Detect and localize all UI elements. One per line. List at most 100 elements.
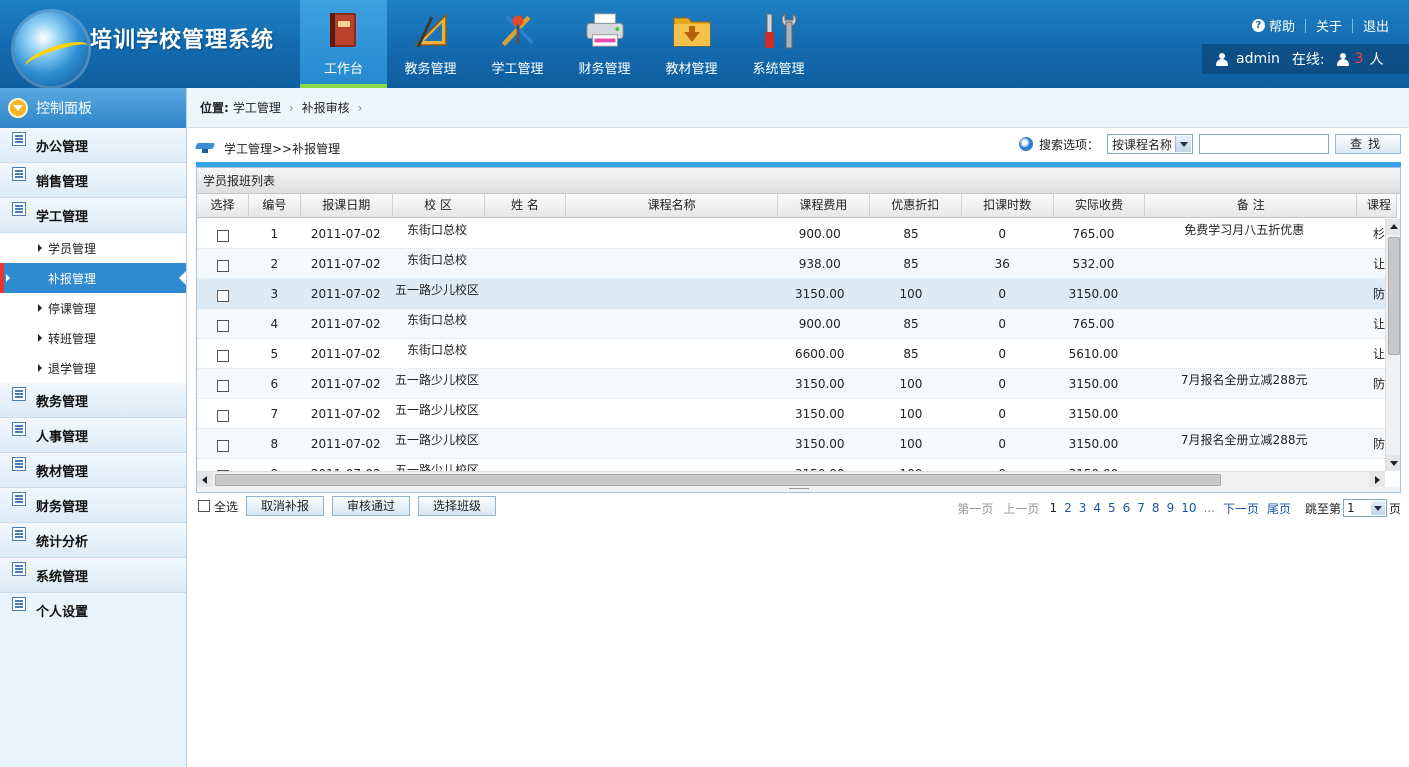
page-number-link[interactable]: 4 <box>1093 501 1101 515</box>
scroll-left-icon[interactable] <box>197 472 213 488</box>
cell-date: 2011-07-02 <box>310 377 381 391</box>
cell-date: 2011-07-02 <box>310 407 381 421</box>
page-number-link[interactable]: 7 <box>1137 501 1145 515</box>
col-deduct[interactable]: 扣课时数 <box>962 194 1054 217</box>
jump-page-select[interactable]: 1 <box>1342 499 1387 517</box>
sidebar-item-finance[interactable]: 财务管理 <box>0 488 186 523</box>
breadcrumb-item[interactable]: 补报审核 <box>302 99 350 116</box>
sidebar-item-hr[interactable]: 人事管理 <box>0 418 186 453</box>
sidebar-item-student-affairs[interactable]: 学工管理 <box>0 198 186 233</box>
sidebar-sub-withdraw[interactable]: 退学管理 <box>0 353 186 383</box>
col-extra[interactable]: 课程 <box>1357 194 1397 217</box>
username: admin <box>1236 51 1280 67</box>
scroll-up-icon[interactable] <box>1386 219 1400 235</box>
col-actual[interactable]: 实际收费 <box>1054 194 1146 217</box>
select-all-checkbox[interactable] <box>198 500 210 512</box>
row-checkbox[interactable] <box>216 349 229 362</box>
nav-academic[interactable]: 教务管理 <box>387 0 474 88</box>
search-option-select[interactable]: 按课程名称 <box>1107 134 1193 154</box>
table-row[interactable]: 92011-07-02五一路少儿校区3150.0010003150.00 <box>197 459 1385 471</box>
scroll-thumb[interactable] <box>215 474 1221 486</box>
col-select[interactable]: 选择 <box>197 194 249 217</box>
nav-textbook[interactable]: 教材管理 <box>648 0 735 88</box>
list-icon <box>12 422 26 436</box>
last-page-link[interactable]: 尾页 <box>1267 500 1291 517</box>
row-checkbox[interactable] <box>216 229 229 242</box>
nav-student-affairs[interactable]: 学工管理 <box>474 0 561 88</box>
search-input[interactable] <box>1199 134 1329 154</box>
breadcrumb-item[interactable]: 学工管理 <box>233 99 281 116</box>
sidebar-item-sales[interactable]: 销售管理 <box>0 163 186 198</box>
table-row[interactable]: 7 2011-07-02 五一路少儿校区 3150.00 100 0 3150.00 <box>197 399 1385 429</box>
col-date[interactable]: 报课日期 <box>301 194 393 217</box>
page-number-link[interactable]: 5 <box>1108 501 1116 515</box>
nav-label: 系统管理 <box>752 62 805 77</box>
control-panel-header[interactable]: 控制面板 <box>0 88 186 128</box>
sidebar-item-textbook[interactable]: 教材管理 <box>0 453 186 488</box>
table-row[interactable]: 5 2011-07-02 东街口总校 6600.00 85 0 5610.00 让 <box>197 339 1385 369</box>
row-checkbox[interactable] <box>216 379 229 392</box>
table-row[interactable]: 3 2011-07-02 五一路少儿校区 3150.00 100 0 3150.00 防 <box>197 279 1385 309</box>
sidebar-sub-suspend[interactable]: 停课管理 <box>0 293 186 323</box>
nav-workbench[interactable]: 工作台 <box>300 0 387 88</box>
sidebar-item-system[interactable]: 系统管理 <box>0 558 186 593</box>
col-fee[interactable]: 课程费用 <box>778 194 870 217</box>
table-row[interactable]: 1 2011-07-02 东街口总校 900.00 85 0 765.00 免费学习月八五折优… <box>197 219 1385 249</box>
sidebar-sub-makeup[interactable]: 补报管理 <box>0 263 186 293</box>
table-row[interactable]: 8 2011-07-02 五一路少儿校区 3150.00 100 0 3150.00 7月报名… <box>197 429 1385 459</box>
online-count: 3 <box>1354 51 1364 67</box>
page-number-link[interactable]: 8 <box>1152 501 1160 515</box>
col-name[interactable]: 姓 名 <box>485 194 567 217</box>
row-checkbox[interactable] <box>216 409 229 422</box>
page-number-link[interactable]: 3 <box>1079 501 1087 515</box>
row-checkbox[interactable] <box>216 439 229 452</box>
table-row[interactable]: 2 2011-07-02 东街口总校 938.00 85 36 532.00 让 <box>197 249 1385 279</box>
col-course[interactable]: 课程名称 <box>566 194 778 217</box>
row-checkbox[interactable] <box>216 319 229 332</box>
scroll-thumb[interactable] <box>1388 237 1400 355</box>
scroll-down-icon[interactable] <box>1386 455 1400 471</box>
cell-fee: 938.00 <box>798 257 841 271</box>
sidebar-submenu: 学员管理 补报管理 停课管理 转班管理 退学管理 <box>0 233 186 383</box>
nav-system[interactable]: 系统管理 <box>735 0 822 88</box>
about-link[interactable]: 关于 <box>1316 16 1342 35</box>
sidebar-item-academic[interactable]: 教务管理 <box>0 383 186 418</box>
next-page-link[interactable]: 下一页 <box>1223 500 1259 517</box>
help-link[interactable]: 帮助 <box>1269 16 1295 35</box>
col-no[interactable]: 编号 <box>249 194 301 217</box>
col-campus[interactable]: 校 区 <box>393 194 485 217</box>
cancel-makeup-button[interactable]: 取消补报 <box>246 496 325 516</box>
col-remark[interactable]: 备 注 <box>1145 194 1358 217</box>
approve-button[interactable]: 审核通过 <box>332 496 411 516</box>
logout-link[interactable]: 退出 <box>1363 16 1389 35</box>
horizontal-scrollbar[interactable] <box>197 471 1385 488</box>
page-number-link[interactable]: 6 <box>1123 501 1131 515</box>
row-checkbox[interactable] <box>216 289 229 302</box>
page-number-link[interactable]: 1 <box>1049 501 1057 515</box>
table-row[interactable]: 4 2011-07-02 东街口总校 900.00 85 0 765.00 让 <box>197 309 1385 339</box>
first-page-link[interactable]: 第一页 <box>957 500 993 517</box>
search-button[interactable]: 查找 <box>1335 134 1401 154</box>
col-discount[interactable]: 优惠折扣 <box>870 194 962 217</box>
nav-finance[interactable]: 财务管理 <box>561 0 648 88</box>
resize-handle[interactable] <box>197 487 1400 492</box>
page-number-link[interactable]: 2 <box>1064 501 1072 515</box>
row-checkbox-cell <box>197 249 249 278</box>
cell-deduct: 0 <box>998 227 1007 241</box>
cell-course <box>564 339 774 368</box>
sidebar-sub-student[interactable]: 学员管理 <box>0 233 186 263</box>
sidebar-item-office[interactable]: 办公管理 <box>0 128 186 163</box>
choose-class-button[interactable]: 选择班级 <box>418 496 497 516</box>
table-row[interactable]: 6 2011-07-02 五一路少儿校区 3150.00 100 0 3150.00 7月报名… <box>197 369 1385 399</box>
sidebar-sub-transfer[interactable]: 转班管理 <box>0 323 186 353</box>
page-number-link[interactable]: 9 <box>1167 501 1175 515</box>
vertical-scrollbar[interactable] <box>1385 219 1400 471</box>
sidebar-item-statistics[interactable]: 统计分析 <box>0 523 186 558</box>
prev-page-link[interactable]: 上一页 <box>1003 500 1039 517</box>
page-number-link[interactable]: 10 <box>1181 501 1196 515</box>
cell-course <box>564 249 774 278</box>
select-all[interactable]: 全选 <box>198 498 238 515</box>
row-checkbox[interactable] <box>216 259 229 272</box>
sidebar-item-personal[interactable]: 个人设置 <box>0 593 186 628</box>
scroll-right-icon[interactable] <box>1369 472 1385 488</box>
